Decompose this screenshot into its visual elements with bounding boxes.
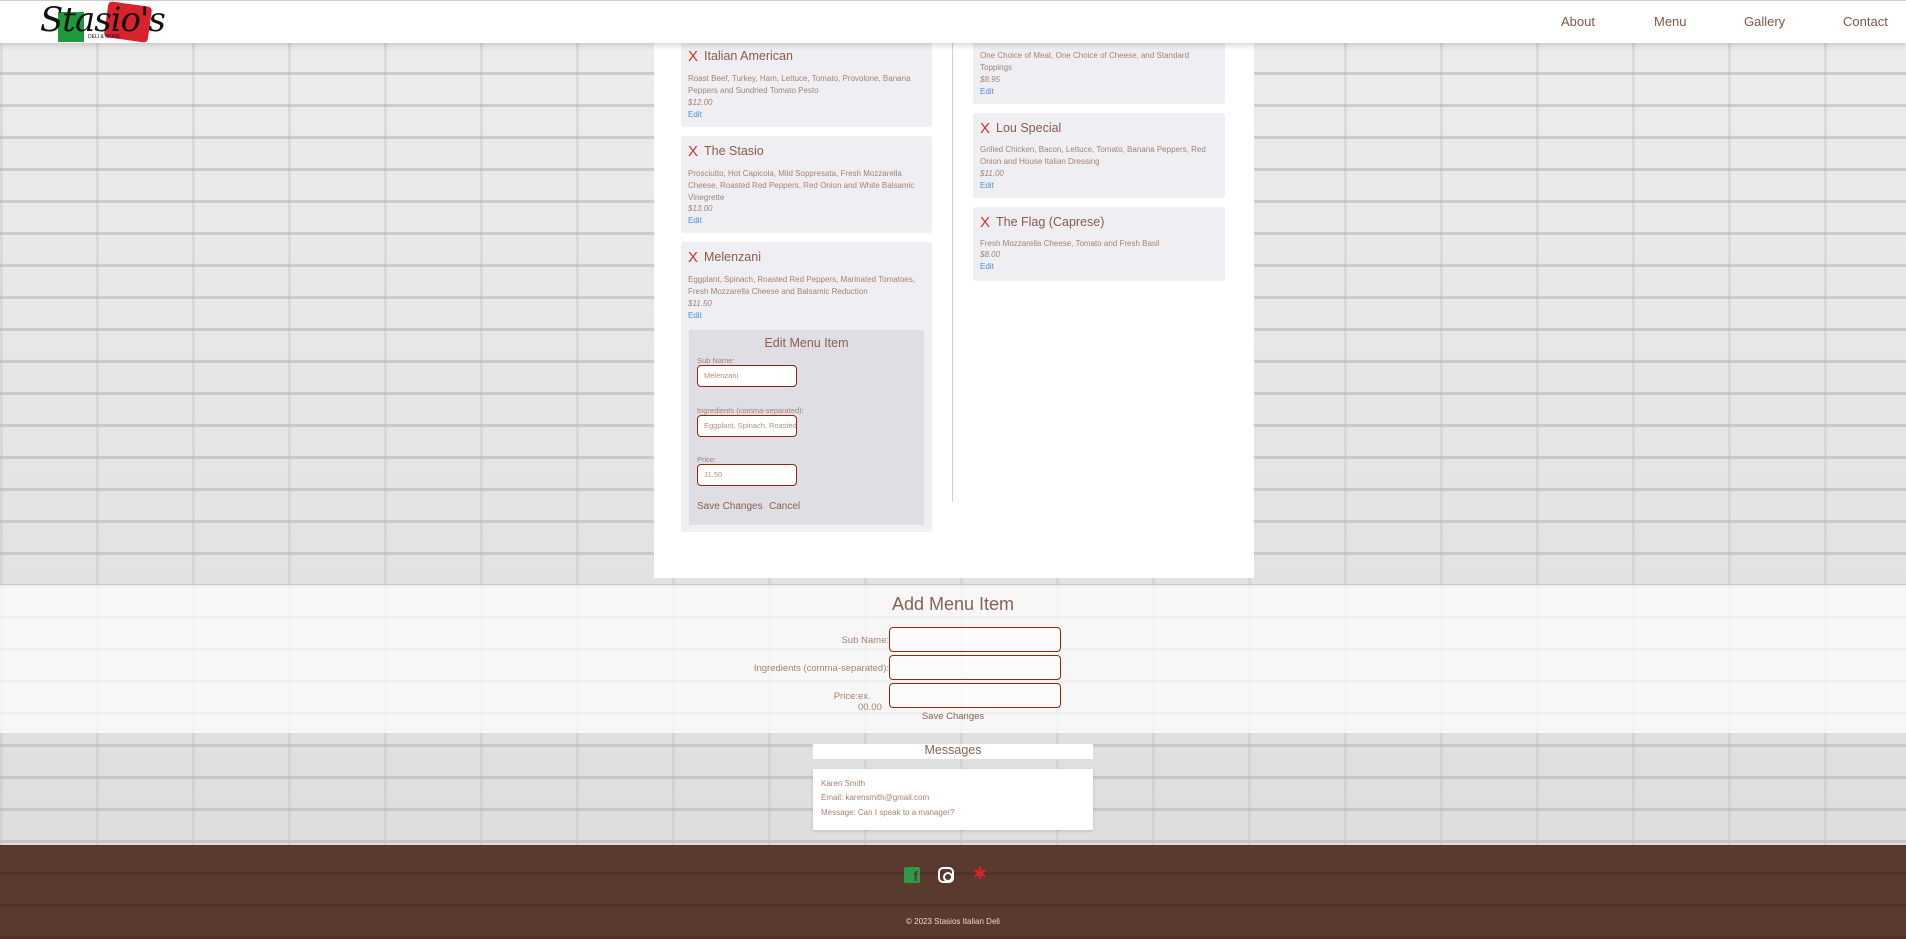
edit-link[interactable]: Edit — [688, 311, 702, 320]
column-divider — [952, 36, 953, 502]
menu-item-price: $12.00 — [688, 98, 713, 107]
edit-link[interactable]: Edit — [980, 181, 994, 190]
cancel-button[interactable]: Cancel — [769, 501, 800, 512]
edit-ingredients-label: Ingredients (comma-separated): — [697, 406, 804, 415]
add-price-placeholder: ex. 00.00 — [858, 691, 882, 713]
menu-item-ingredients: Eggplant, Spinach, Roasted Red Peppers, … — [688, 275, 916, 296]
edit-link[interactable]: Edit — [688, 216, 702, 225]
add-sub-name-label: Sub Name: — [841, 635, 889, 646]
menu-item-ingredients: One Choice of Meat, One Choice of Cheese… — [980, 51, 1190, 72]
logo-subtitle: DELI & MORE — [88, 34, 121, 40]
menu-item: X The Stasio Prosciutto, Hot Capicola, M… — [681, 136, 932, 233]
site-footer: f ✱ © 2023 Stasios Italian Deli — [0, 845, 1906, 939]
menu-item-name: Melenzani — [704, 250, 761, 264]
delete-icon[interactable]: X — [688, 249, 698, 266]
edit-sub-name-label: Sub Name: — [697, 356, 735, 365]
menu-item-price: $13.00 — [688, 204, 713, 213]
menu-item: X Lou Special Grilled Chicken, Bacon, Le… — [973, 113, 1225, 198]
save-changes-button[interactable]: Save Changes — [697, 501, 763, 512]
message-sender-name: Karen Smith — [821, 779, 866, 788]
menu-item-ingredients: Fresh Mozzarella Cheese, Tomato and Fres… — [980, 239, 1160, 248]
add-sub-name-input[interactable] — [889, 627, 1061, 652]
add-price-input[interactable] — [889, 683, 1061, 708]
menu-item-price: $11.00 — [980, 169, 1004, 178]
delete-icon[interactable]: X — [688, 143, 698, 160]
edit-link[interactable]: Edit — [980, 262, 994, 271]
menu-item-price: $11.50 — [688, 299, 712, 308]
yelp-icon[interactable]: ✱ — [972, 867, 988, 883]
delete-icon[interactable]: X — [980, 214, 990, 231]
menu-item-price: $8.00 — [980, 250, 1001, 259]
add-form-title: Add Menu Item — [891, 594, 1015, 614]
edit-link[interactable]: Edit — [980, 87, 994, 96]
message-card: Karen Smith Email: karensmith@gmail.com … — [813, 769, 1093, 830]
menu-item-ingredients: Roast Beef, Turkey, Ham, Lettuce, Tomato… — [688, 74, 911, 95]
add-ingredients-label: Ingredients (comma-separated): — [753, 663, 889, 674]
delete-icon[interactable]: X — [688, 48, 698, 65]
logo[interactable]: Stasio's DELI & MORE — [38, 0, 166, 43]
edit-ingredients-input[interactable]: Eggplant, Spinach, Roasted Red Peppers — [697, 415, 797, 437]
facebook-icon[interactable]: f — [904, 867, 920, 884]
menu-item-name: Lou Special — [996, 121, 1062, 135]
edit-link[interactable]: Edit — [688, 110, 702, 119]
edit-price-label: Price: — [697, 455, 717, 464]
edit-sub-name-input[interactable]: Melenzani — [697, 365, 797, 387]
menu-item: X Italian American Roast Beef, Turkey, H… — [681, 41, 932, 127]
copyright: © 2023 Stasios Italian Deli — [906, 917, 1000, 926]
site-header: Stasio's DELI & MORE About Menu Gallery … — [0, 0, 1906, 43]
add-ingredients-input[interactable] — [889, 655, 1061, 680]
messages-title: Messages — [924, 743, 982, 757]
nav-menu[interactable]: Menu — [1654, 14, 1687, 29]
menu-item-name: Italian American — [704, 49, 793, 63]
nav-contact[interactable]: Contact — [1843, 14, 1888, 29]
edit-form-title: Edit Menu Item — [764, 336, 849, 350]
menu-item: X The Flag (Caprese) Fresh Mozzarella Ch… — [973, 207, 1225, 281]
edit-menu-item-form: Edit Menu Item Sub Name: Melenzani Ingre… — [689, 330, 924, 525]
add-save-changes-button[interactable]: Save Changes — [0, 711, 1906, 722]
delete-icon[interactable]: X — [980, 120, 990, 137]
nav-about[interactable]: About — [1561, 14, 1595, 29]
message-sender-email: Email: karensmith@gmail.com — [821, 793, 930, 802]
instagram-icon[interactable] — [938, 867, 954, 883]
menu-item-ingredients: Prosciutto, Hot Capicola, Mild Soppresat… — [688, 169, 915, 202]
menu-item-price: $8.95 — [980, 75, 1001, 84]
message-body: Message: Can I speak to a manager? — [821, 808, 955, 817]
menu-item-ingredients: Grilled Chicken, Bacon, Lettuce, Tomato,… — [980, 145, 1206, 166]
nav-gallery[interactable]: Gallery — [1744, 14, 1785, 29]
menu-item-name: The Flag (Caprese) — [996, 215, 1105, 229]
menu-item-name: The Stasio — [704, 144, 764, 158]
add-price-label: Price: — [833, 691, 858, 702]
edit-price-input[interactable]: 11.50 — [697, 464, 797, 486]
